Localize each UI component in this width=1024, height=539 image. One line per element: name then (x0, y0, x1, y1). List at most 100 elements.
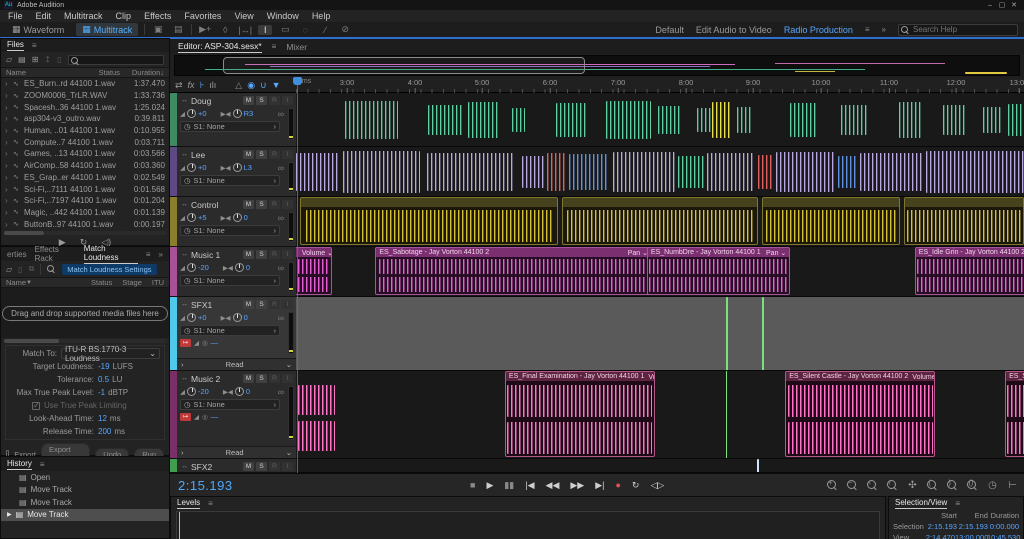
close-button[interactable]: ✕ (1008, 1, 1020, 9)
track-name[interactable]: Doug (191, 96, 211, 106)
audio-clip[interactable] (556, 103, 586, 137)
mute-button[interactable]: M (243, 300, 254, 309)
clip-automation-dropdown[interactable]: Volume ⌄ (648, 373, 654, 381)
mute-button[interactable]: M (243, 374, 254, 383)
history-item[interactable]: ▤Move Track (1, 496, 169, 509)
monitor-input-button[interactable]: I (282, 200, 293, 209)
audio-clip[interactable] (296, 153, 340, 191)
audio-clip[interactable] (712, 102, 732, 138)
zoom-to-in-point-button[interactable]: ( (926, 479, 939, 492)
audio-clip[interactable] (547, 153, 565, 191)
zoom-navigator[interactable] (174, 55, 1020, 76)
audio-clip[interactable] (697, 108, 711, 132)
file-row[interactable]: ›∿Compute..7 44100 1.wav0:03.711 (1, 136, 169, 148)
view-row[interactable]: View 2:14.470 13:00.000 10:45.530 (889, 532, 1023, 539)
audio-clip[interactable] (613, 152, 675, 192)
volume-knob[interactable] (187, 263, 196, 272)
automation-mode-dropdown[interactable]: › Read ⌄ (177, 358, 296, 370)
pan-value[interactable]: 0 (244, 313, 248, 322)
tab-levels[interactable]: Levels (177, 498, 200, 509)
tab-selection-view[interactable]: Selection/View (895, 498, 947, 509)
playhead-line[interactable] (297, 81, 298, 473)
audio-clip[interactable] (569, 154, 609, 190)
tab-match-loudness[interactable]: Match Loudness (84, 244, 138, 264)
eq-slot-dropdown[interactable]: ◷ S1: None › (180, 399, 280, 410)
file-row[interactable]: ›∿Sci-Fi,..7111 44100 1.wav0:01.568 (1, 183, 169, 195)
solo-button[interactable]: S (256, 374, 267, 383)
track-header-sfx1[interactable]: ↔ SFX1 M S R I ◢ +0 ▶◀ 0 (170, 297, 296, 371)
tab-files[interactable]: Files (7, 40, 24, 51)
pan-knob[interactable] (233, 213, 242, 222)
track-name[interactable]: Music 2 (191, 374, 220, 384)
files-search-input[interactable] (68, 55, 164, 65)
file-row[interactable]: ›∿AirComp..58 44100 1.wav0:03.360 (1, 160, 169, 172)
arm-record-button[interactable]: R (269, 200, 280, 209)
track-lane-sfx1[interactable] (296, 297, 1024, 371)
audio-clip[interactable] (300, 197, 558, 245)
automation-mode-dropdown[interactable]: › Read ⌄ (177, 446, 296, 458)
arm-record-button[interactable]: R (269, 462, 280, 471)
file-row[interactable]: ›∿asp304-v3_outro.wav0:39.811 (1, 113, 169, 125)
tab-effects-rack[interactable]: Effects Rack (35, 245, 76, 263)
eq-slot-dropdown[interactable]: ◷ S1: None › (180, 175, 280, 186)
volume-knob[interactable] (187, 387, 196, 396)
solo-button[interactable]: S (256, 250, 267, 259)
mute-button[interactable]: M (243, 96, 254, 105)
menu-file[interactable]: File (8, 11, 23, 21)
monitor-input-button[interactable]: I (282, 300, 293, 309)
audio-clip[interactable] (983, 107, 1000, 133)
menu-window[interactable]: Window (267, 11, 299, 21)
release-time-value[interactable]: 200 (98, 427, 111, 436)
monitor-input-button[interactable]: I (282, 374, 293, 383)
marker-icon[interactable]: ▼ (272, 80, 281, 90)
use-true-peak-limiting-checkbox[interactable] (32, 402, 40, 410)
audio-clip[interactable] (427, 153, 514, 191)
audio-clip[interactable] (737, 107, 752, 133)
current-time-display[interactable]: 2:15.193 (178, 478, 233, 493)
match-loudness-settings-button[interactable]: Match Loudness Settings (62, 264, 156, 275)
tab-editor[interactable]: Editor: ASP-304.sesx* (178, 41, 262, 53)
audio-clip[interactable] (904, 197, 1024, 245)
track-header-control[interactable]: ↔ Control M S R I ◢ +5 ▶◀ 0 (170, 197, 296, 247)
audio-clip[interactable] (428, 105, 463, 135)
match-loudness-scrollbar[interactable] (4, 339, 166, 343)
metronome-icon[interactable]: △ (235, 80, 242, 91)
audio-clip[interactable] (860, 153, 922, 191)
editor-panel-menu-icon[interactable]: ≡ (272, 42, 277, 51)
pan-value[interactable]: 0 (244, 213, 248, 222)
file-row[interactable]: ›∿ButtonB..97 44100 1.wav0:00.197 (1, 218, 169, 230)
audio-clip[interactable] (512, 108, 524, 132)
track-lane-music1[interactable]: Volume ⌄ ES_Sabotage - Jay Vorton 44100 … (296, 247, 1024, 297)
audio-clip[interactable] (776, 152, 834, 192)
zoom-out-time-button[interactable]: ‹ (886, 479, 899, 492)
eq-slot-dropdown[interactable]: ◷ S1: None › (180, 225, 280, 236)
tab-history[interactable]: History (7, 459, 32, 470)
eq-slot-dropdown[interactable]: ◷ S1: None › (180, 121, 280, 132)
selection-row[interactable]: Selection 2:15.193 2:15.193 0:00.000 (889, 521, 1023, 532)
fx-icon[interactable]: fx (188, 80, 195, 90)
volume-knob[interactable] (187, 109, 196, 118)
workspace-default[interactable]: Default (655, 25, 684, 35)
clip-automation-dropdown[interactable]: Pan ⌄ (628, 249, 648, 257)
file-row[interactable]: ›∿Magic, ..442 44100 1.wav0:01.139 (1, 207, 169, 219)
track-header-music1[interactable]: ↔ Music 1 M S R I ◢ -20 ▶◀ 0 (170, 247, 296, 297)
rewind-button[interactable]: ◀◀ (546, 480, 560, 491)
audio-clip[interactable] (841, 105, 866, 135)
time-selection-tool[interactable]: I (258, 25, 272, 35)
zoom-duration-button[interactable]: ◷ (986, 479, 999, 492)
history-item[interactable]: ▤Open (1, 471, 169, 484)
mute-button[interactable]: M (243, 462, 254, 471)
maximize-button[interactable]: ▢ (996, 1, 1008, 9)
pause-button[interactable]: ▮▮ (504, 480, 514, 491)
audio-clip[interactable] (1008, 104, 1024, 136)
time-ruler[interactable]: hms 3:00 4:00 5:00 6:00 7:00 8:00 9:00 1… (296, 77, 1024, 93)
match-to-dropdown[interactable]: ITU-R BS.1770-3 Loudness⌄ (61, 348, 160, 359)
solo-button[interactable]: S (256, 300, 267, 309)
automation-keyframe-line[interactable] (726, 371, 727, 459)
lasso-selection-tool[interactable]: ◌ (298, 25, 312, 35)
match-loudness-drop-zone[interactable]: Drag and drop supported media files here (1, 288, 169, 338)
move-tool[interactable]: ▶+ (198, 24, 212, 35)
solo-button[interactable]: S (256, 200, 267, 209)
zoom-to-out-point-button[interactable]: ) (946, 479, 959, 492)
track-header-lee[interactable]: ↔ Lee M S R I ◢ +0 ▶◀ L3 (170, 147, 296, 197)
